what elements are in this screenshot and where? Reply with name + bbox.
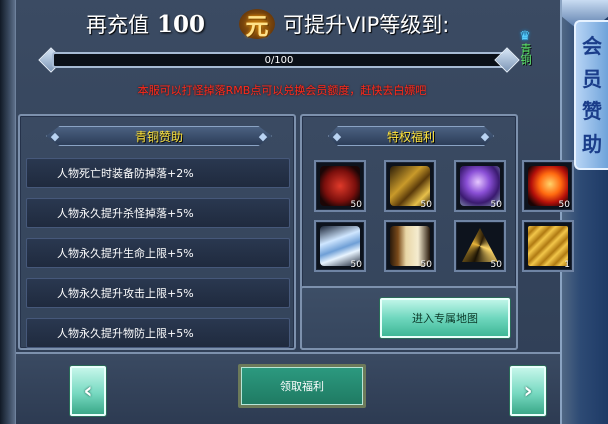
recharge-amount: 100 — [157, 10, 206, 38]
benefits-title: 青铜赞助 — [134, 129, 183, 144]
side-tab-char: 赞 — [582, 99, 602, 124]
enter-map-area: 进入专属地图 — [300, 286, 518, 350]
item-count: 50 — [558, 200, 570, 210]
item-slot[interactable]: 50 — [384, 220, 436, 272]
item-slot[interactable]: 1 — [522, 220, 574, 272]
chevron-right-icon: › — [523, 378, 533, 404]
benefit-row: 人物死亡时装备防掉落+2% — [26, 158, 290, 188]
yuan-currency-icon: 元 — [239, 9, 276, 40]
recharge-prefix: 再充值 — [86, 13, 149, 37]
side-tab-char: 助 — [582, 131, 602, 156]
bottom-action-bar: ‹ 领取福利 › — [16, 352, 560, 424]
ornament-left-icon: ◆ — [332, 129, 342, 143]
side-tab-char: 员 — [582, 66, 602, 91]
enter-exclusive-map-button[interactable]: 进入专属地图 — [380, 298, 510, 338]
item-count: 1 — [564, 260, 570, 270]
crown-icon: ♛ — [519, 29, 531, 44]
item-count: 50 — [350, 200, 362, 210]
chevron-left-icon: ‹ — [83, 378, 93, 404]
item-count: 50 — [350, 260, 362, 270]
item-slot[interactable]: 50 — [454, 160, 506, 212]
benefits-panel: ◆ 青铜赞助 ◆ 人物死亡时装备防掉落+2% 人物永久提升杀怪掉落+5% 人物永… — [18, 114, 296, 350]
side-tab-vip-sponsor[interactable]: 会 员 赞 助 — [574, 20, 608, 170]
notice-text: 本服可以打怪掉落RMB点可以兑换会员额度，赶快去白嫖吧 — [137, 84, 427, 97]
item-count: 50 — [420, 260, 432, 270]
benefit-row: 人物永久提升物防上限+5% — [26, 318, 290, 348]
vip-level-badge: ♛ 青铜 — [512, 30, 538, 80]
privileges-panel-header: ◆ 特权福利 ◆ — [328, 124, 494, 148]
item-slot[interactable]: 50 — [314, 160, 366, 212]
next-page-button[interactable]: › — [510, 366, 546, 416]
benefit-row: 人物永久提升攻击上限+5% — [26, 278, 290, 308]
vip-level-name: 青铜 — [519, 43, 532, 65]
progress-text: 0/100 — [264, 54, 294, 66]
progress-track: 0/100 — [52, 52, 506, 68]
ornament-left-icon: ◆ — [50, 129, 60, 143]
recharge-suffix: 可提升VIP等级到: — [283, 13, 450, 37]
benefits-panel-header: ◆ 青铜赞助 ◆ — [46, 124, 272, 148]
ornament-right-icon: ◆ — [258, 129, 268, 143]
ornament-right-icon: ◆ — [480, 129, 490, 143]
item-count: 50 — [490, 200, 502, 210]
item-slot[interactable]: 50 — [522, 160, 574, 212]
benefit-row: 人物永久提升生命上限+5% — [26, 238, 290, 268]
recharge-line: 再充值 100 元 可提升VIP等级到: — [86, 6, 449, 42]
recharge-banner: 再充值 100 元 可提升VIP等级到: 0/100 ♛ 青铜 本服可以打怪掉落… — [16, 0, 560, 108]
item-count: 50 — [490, 260, 502, 270]
window-left-frame — [0, 0, 16, 424]
prev-page-button[interactable]: ‹ — [70, 366, 106, 416]
privileges-title: 特权福利 — [386, 129, 435, 144]
claim-rewards-button[interactable]: 领取福利 — [238, 364, 366, 408]
recharge-progress-bar: 0/100 — [38, 47, 520, 73]
item-slot[interactable]: 50 — [384, 160, 436, 212]
gold-bars-icon — [528, 226, 568, 266]
vip-sponsor-window: 会 员 赞 助 再充值 100 元 可提升VIP等级到: 0/100 ♛ 青铜 … — [0, 0, 608, 424]
benefit-row: 人物永久提升杀怪掉落+5% — [26, 198, 290, 228]
side-tab-char: 会 — [582, 34, 602, 59]
item-slot[interactable]: 50 — [454, 220, 506, 272]
item-count: 50 — [420, 200, 432, 210]
item-slot[interactable]: 50 — [314, 220, 366, 272]
